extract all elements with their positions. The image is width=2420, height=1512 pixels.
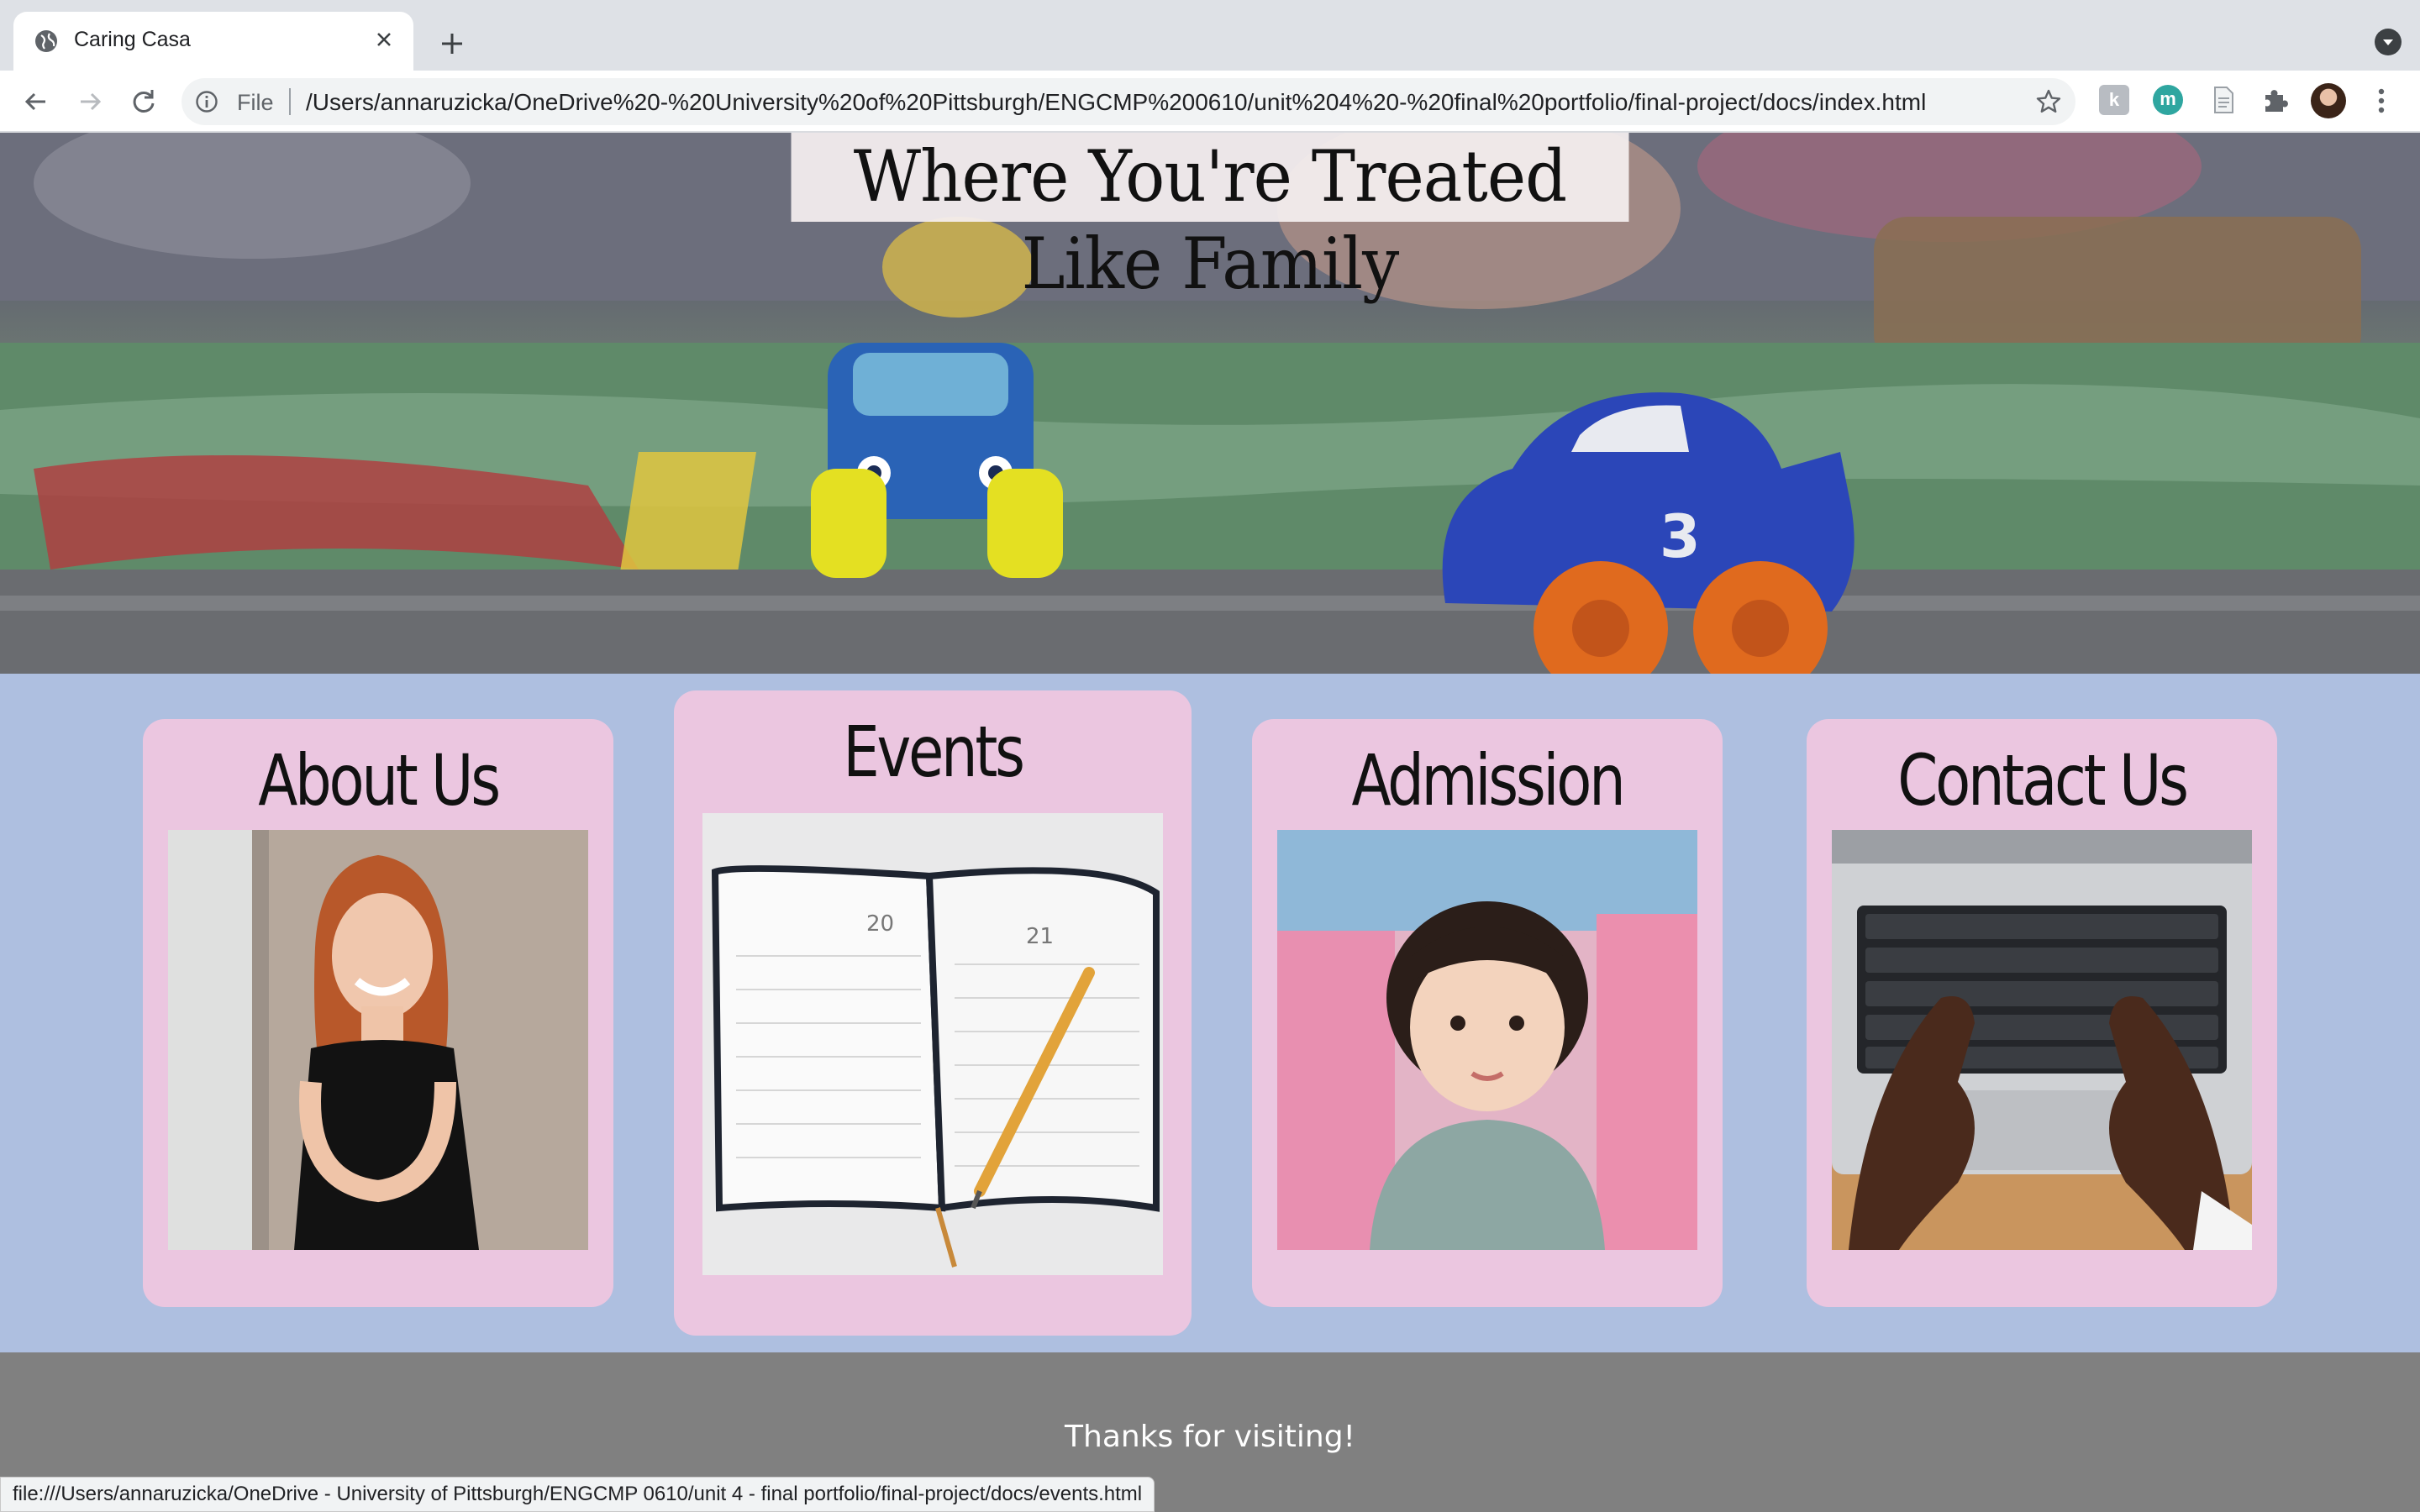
profile-avatar[interactable] [2311,83,2346,118]
tab-strip: Caring Casa [0,0,2420,71]
card-admission[interactable]: Admission [1252,719,1723,1307]
forward-arrow-icon[interactable] [74,86,106,118]
svg-text:3: 3 [1660,502,1701,571]
svg-text:20: 20 [866,911,894,937]
url-text[interactable]: /Users/annaruzicka/OneDrive%20-%20Univer… [306,89,1926,116]
card-title-events[interactable]: Events [720,711,1144,793]
svg-text:21: 21 [1026,924,1054,949]
bookmark-star-icon[interactable] [2035,88,2062,115]
card-title-admission[interactable]: Admission [1294,739,1680,822]
document-extension-icon[interactable] [2208,85,2238,115]
browser-tab[interactable]: Caring Casa [13,12,413,71]
url-scheme-label: File [237,90,274,115]
card-about-us[interactable]: About Us [143,719,613,1307]
events-photo[interactable]: 20 21 [702,813,1163,1275]
omnibox-divider [289,88,291,115]
puzzle-icon[interactable] [2260,85,2291,115]
woman-photo-image [168,830,588,1250]
admission-photo[interactable] [1277,830,1697,1250]
close-tab-icon[interactable] [371,27,397,52]
link-status-bar: file:///Users/annaruzicka/OneDrive - Uni… [0,1477,1155,1512]
footer-message: Thanks for visiting! [1065,1420,1355,1454]
planner-photo-image: 20 21 [702,813,1163,1275]
new-tab-icon[interactable] [437,29,467,59]
hero-tagline: Where You're Treated Like Family [791,133,1629,305]
card-contact-us[interactable]: Contact Us [1807,719,2277,1307]
globe-icon [35,30,57,52]
toddler-photo-image [1277,830,1697,1250]
address-bar[interactable]: File /Users/annaruzicka/OneDrive%20-%20U… [182,78,2075,125]
laptop-typing-photo-image [1832,830,2252,1250]
reload-icon[interactable] [128,86,160,118]
back-arrow-icon[interactable] [20,86,52,118]
k-extension-icon[interactable]: k [2099,85,2129,115]
hero-banner: 3 Where You're Treated Like Family [0,133,2420,674]
card-title-contact-us[interactable]: Contact Us [1849,739,2234,822]
tab-search-icon[interactable] [2375,29,2402,55]
contact-us-photo[interactable] [1832,830,2252,1250]
kebab-menu-icon[interactable] [2375,86,2388,116]
browser-toolbar: File /Users/annaruzicka/OneDrive%20-%20U… [0,71,2420,133]
about-us-photo[interactable] [168,830,588,1250]
m-extension-icon[interactable]: m [2153,85,2183,115]
web-page: 3 Where You're Treated Like Family About… [0,133,2420,1512]
card-events[interactable]: Events 20 21 [674,690,1192,1336]
tab-title: Caring Casa [74,28,191,51]
card-title-about-us[interactable]: About Us [185,739,571,822]
info-icon[interactable] [195,90,218,113]
